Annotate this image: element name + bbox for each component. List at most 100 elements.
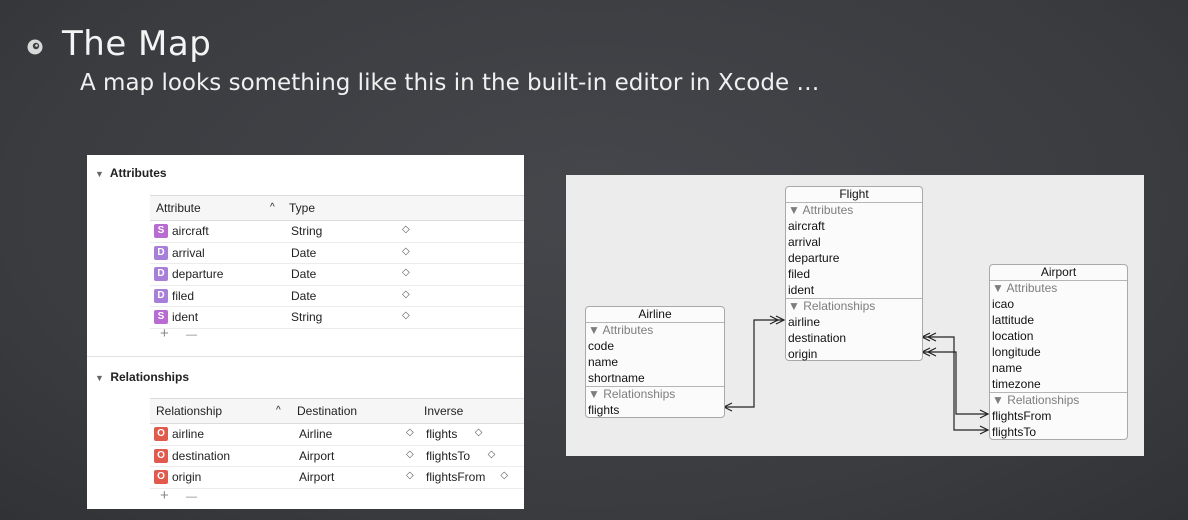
entity-table-editor: ▼ Attributes Attribute ^ Type Saircraft S…	[87, 155, 524, 509]
entity-airport-relationship[interactable]: flightsTo	[990, 424, 1127, 440]
entity-flight-attribute[interactable]: arrival	[786, 234, 922, 250]
relationship-destination[interactable]: Airport	[299, 470, 334, 484]
relationship-type-icon: O	[154, 427, 168, 441]
attribute-name[interactable]: ident	[172, 310, 198, 324]
sort-ascending-icon[interactable]: ^	[276, 405, 281, 416]
type-popup-stepper-icon[interactable]: ◇	[402, 267, 410, 278]
entity-flight-title: Flight	[786, 187, 922, 203]
disclosure-triangle-icon[interactable]: ▼	[95, 169, 107, 179]
destination-popup-stepper-icon[interactable]: ◇	[406, 427, 414, 438]
table-row[interactable]: Odestination Airport ◇ flightsTo ◇	[150, 446, 524, 467]
relationship-destination[interactable]: Airport	[299, 449, 334, 463]
relationship-type-icon: O	[154, 470, 168, 484]
destination-popup-stepper-icon[interactable]: ◇	[406, 449, 414, 460]
table-row[interactable]: Darrival Date ◇	[150, 243, 524, 264]
bullet-icon	[27, 39, 43, 55]
entity-flight-attribute[interactable]: filed	[786, 266, 922, 282]
inverse-popup-stepper-icon[interactable]: ◇	[500, 470, 508, 481]
table-row[interactable]: Dfiled Date ◇	[150, 286, 524, 307]
relationships-table-header: Relationship ^ Destination Inverse	[150, 398, 524, 424]
entity-airport[interactable]: Airport ▼ Attributes icao lattitude locati…	[989, 264, 1128, 440]
entity-airport-relationships-label[interactable]: ▼ Relationships	[990, 393, 1127, 408]
type-popup-stepper-icon[interactable]: ◇	[402, 224, 410, 235]
entity-airport-attribute[interactable]: location	[990, 328, 1127, 344]
table-row[interactable]: Saircraft String ◇	[150, 221, 524, 243]
attribute-type[interactable]: Date	[291, 246, 316, 260]
destination-popup-stepper-icon[interactable]: ◇	[406, 470, 414, 481]
attributes-section-header[interactable]: ▼ Attributes	[95, 166, 167, 180]
relationship-name[interactable]: destination	[172, 449, 230, 463]
attribute-name[interactable]: departure	[172, 267, 223, 281]
entity-airport-attribute[interactable]: longitude	[990, 344, 1127, 360]
table-row[interactable]: Oairline Airline ◇ flights ◇	[150, 424, 524, 446]
entity-airline-attribute[interactable]: shortname	[586, 370, 724, 386]
table-row[interactable]: Ddeparture Date ◇	[150, 264, 524, 286]
entity-airport-title: Airport	[990, 265, 1127, 281]
entity-airport-attributes-label[interactable]: ▼ Attributes	[990, 281, 1127, 296]
column-header-relationship[interactable]: Relationship	[156, 404, 222, 418]
attribute-type[interactable]: Date	[291, 267, 316, 281]
date-type-icon: D	[154, 245, 168, 260]
attribute-name[interactable]: aircraft	[172, 224, 209, 238]
string-type-icon: S	[154, 224, 168, 238]
entity-flight-attribute[interactable]: ident	[786, 282, 922, 298]
disclosure-triangle-icon[interactable]: ▼	[95, 373, 107, 383]
relationships-section-header[interactable]: ▼ Relationships	[95, 370, 189, 384]
entity-flight-attributes-label[interactable]: ▼ Attributes	[786, 203, 922, 218]
relationship-inverse[interactable]: flightsTo	[426, 449, 470, 463]
remove-relationship-button[interactable]: —	[186, 491, 197, 503]
entity-flight[interactable]: Flight ▼ Attributes aircraft arrival depar…	[785, 186, 923, 361]
relationship-inverse[interactable]: flightsFrom	[426, 470, 485, 484]
type-popup-stepper-icon[interactable]: ◇	[402, 289, 410, 300]
relationships-table: Relationship ^ Destination Inverse Oairl…	[150, 398, 524, 489]
column-header-destination[interactable]: Destination	[297, 404, 357, 418]
entity-airline-attributes-label[interactable]: ▼ Attributes	[586, 323, 724, 338]
date-type-icon: D	[154, 267, 168, 281]
column-header-attribute[interactable]: Attribute	[156, 201, 201, 215]
date-type-icon: D	[154, 288, 168, 303]
entity-flight-attribute[interactable]: aircraft	[786, 218, 922, 234]
table-row[interactable]: Oorigin Airport ◇ flightsFrom ◇	[150, 467, 524, 489]
attribute-name[interactable]: arrival	[172, 246, 205, 260]
relationship-inverse[interactable]: flights	[426, 427, 457, 441]
entity-airport-attribute[interactable]: name	[990, 360, 1127, 376]
entity-flight-relationship[interactable]: destination	[786, 330, 922, 346]
type-popup-stepper-icon[interactable]: ◇	[402, 246, 410, 257]
entity-flight-relationships-label[interactable]: ▼ Relationships	[786, 299, 922, 314]
attribute-type[interactable]: String	[291, 224, 322, 238]
entity-flight-relationship[interactable]: airline	[786, 314, 922, 330]
destination-flightsto-connector	[922, 336, 988, 431]
attribute-type[interactable]: Date	[291, 289, 316, 303]
relationship-name[interactable]: origin	[172, 470, 201, 484]
entity-airport-attribute[interactable]: icao	[990, 296, 1127, 312]
column-header-type[interactable]: Type	[289, 201, 315, 215]
slide-title: The Map	[62, 24, 212, 64]
relationship-destination[interactable]: Airline	[299, 427, 332, 441]
entity-airport-attribute[interactable]: lattitude	[990, 312, 1127, 328]
entity-airline-attribute[interactable]: name	[586, 354, 724, 370]
column-header-inverse[interactable]: Inverse	[424, 404, 463, 418]
inverse-popup-stepper-icon[interactable]: ◇	[488, 449, 496, 460]
table-row[interactable]: Sident String ◇	[150, 307, 524, 329]
type-popup-stepper-icon[interactable]: ◇	[402, 310, 410, 321]
entity-flight-relationship[interactable]: origin	[786, 346, 922, 362]
entity-airline-relationship[interactable]: flights	[586, 402, 724, 418]
add-attribute-button[interactable]: +	[160, 325, 169, 342]
origin-flightsfrom-connector	[922, 351, 988, 415]
attribute-name[interactable]: filed	[172, 289, 194, 303]
entity-airport-relationship[interactable]: flightsFrom	[990, 408, 1127, 424]
remove-attribute-button[interactable]: —	[186, 329, 197, 341]
relationship-name[interactable]: airline	[172, 427, 204, 441]
slide-subtitle: A map looks something like this in the b…	[80, 70, 820, 96]
sort-ascending-icon[interactable]: ^	[270, 202, 275, 213]
entity-flight-attribute[interactable]: departure	[786, 250, 922, 266]
inverse-popup-stepper-icon[interactable]: ◇	[475, 427, 483, 438]
entity-airline-title: Airline	[586, 307, 724, 323]
entity-airline-attribute[interactable]: code	[586, 338, 724, 354]
relationship-type-icon: O	[154, 448, 168, 463]
add-relationship-button[interactable]: +	[160, 487, 169, 504]
attribute-type[interactable]: String	[291, 310, 322, 324]
entity-airport-attribute[interactable]: timezone	[990, 376, 1127, 392]
entity-airline[interactable]: Airline ▼ Attributes code name shortname ▼…	[585, 306, 725, 418]
entity-airline-relationships-label[interactable]: ▼ Relationships	[586, 387, 724, 402]
